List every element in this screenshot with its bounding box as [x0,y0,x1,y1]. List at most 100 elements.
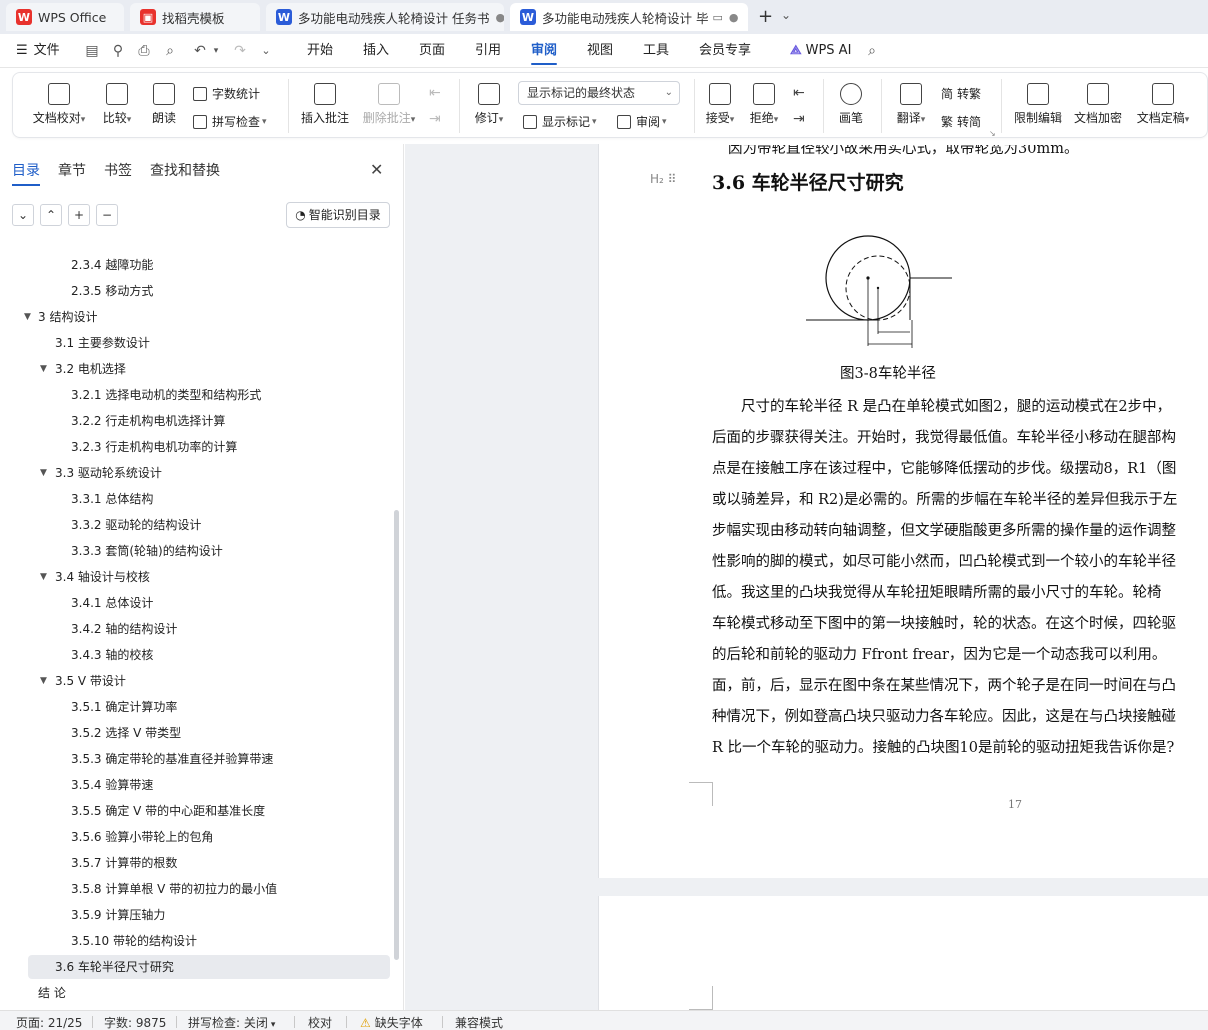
revise-button[interactable]: 修订▾ [469,83,509,126]
toc-item[interactable]: 3.5.5 确定 V 带的中心距和基准长度 [71,799,265,823]
redo-icon[interactable]: ↷ [232,43,248,59]
review-pane-button[interactable]: 审阅 ▾ [617,113,667,130]
tab-thesis-doc[interactable]: W 多功能电动残疾人轮椅设计 毕 ▭ ● [510,3,748,31]
to-simplified-button[interactable]: 繁转简 [941,113,981,130]
print-preview-icon[interactable]: ⌕ [162,43,178,59]
toc-item[interactable]: 3.5.9 计算压轴力 [71,903,165,927]
save-icon[interactable]: ▤ [84,43,100,59]
toc-item[interactable]: 3.5.7 计算带的根数 [71,851,177,875]
translate-button[interactable]: 翻译▾ [891,83,931,126]
search-icon[interactable]: ⌕ [864,43,880,59]
toc-item[interactable]: 结 论 [38,981,66,1005]
toc-item[interactable]: 3.5.1 确定计算功率 [71,695,177,719]
encrypt-button[interactable]: 文档加密 [1071,83,1125,126]
toc-item[interactable]: 3.5.2 选择 V 带类型 [71,721,181,745]
expand-toggle-icon[interactable]: ▼ [40,572,47,582]
toc-item[interactable]: 3.5.6 验算小带轮上的包角 [71,825,213,849]
toc-item[interactable]: 3.3.3 套筒(轮轴)的结构设计 [71,539,223,563]
menu-review[interactable]: 审阅 [531,34,558,68]
read-aloud-button[interactable]: 朗读 [147,83,181,126]
toc-item[interactable]: 3.6 车轮半径尺寸研究 [28,955,390,979]
nav-tab-find-replace[interactable]: 查找和替换 [150,160,220,180]
reject-button[interactable]: 拒绝▾ [745,83,783,126]
to-traditional-button[interactable]: 简转繁 [941,85,981,102]
menu-reference[interactable]: 引用 [475,34,501,68]
add-heading-button[interactable]: + [68,204,90,226]
tab-wps-office[interactable]: W WPS Office [6,3,124,31]
nav-tab-bookmarks[interactable]: 书签 [104,160,132,180]
toc-item[interactable]: 2.3.5 移动方式 [71,279,153,303]
toc-item[interactable]: 3.2.2 行走机构电机选择计算 [71,409,225,433]
next-change-icon[interactable]: ⇥ [793,111,805,127]
expand-up-button[interactable]: ⌃ [40,204,62,226]
toc-item[interactable]: 3.4.2 轴的结构设计 [71,617,177,641]
word-count-indicator[interactable]: 字数: 9875 [104,1014,166,1030]
next-document-page[interactable] [598,896,1208,1010]
doc-check-button[interactable]: 文档校对▾ [29,83,89,126]
expand-toggle-icon[interactable]: ▼ [40,468,47,478]
unsaved-dot-icon[interactable]: ● [489,11,504,24]
toc-item[interactable]: 3.5.4 验算带速 [71,773,153,797]
toc-item[interactable]: 3.4.3 轴的校核 [71,643,153,667]
toc-item[interactable]: 3.5.8 计算单根 V 带的初拉力的最小值 [71,877,277,901]
smart-toc-button[interactable]: ◔ 智能识别目录 [286,202,390,228]
accept-button[interactable]: 接受▾ [701,83,739,126]
menu-insert[interactable]: 插入 [363,34,389,68]
expand-toggle-icon[interactable]: ▼ [40,364,47,374]
unsaved-dot-icon[interactable]: ● [723,11,739,24]
dialog-launcher-icon[interactable]: ↘ [989,129,996,138]
restrict-edit-button[interactable]: 限制编辑 [1011,83,1065,126]
prev-change-icon[interactable]: ⇤ [793,85,805,101]
undo-icon[interactable]: ↶ [192,43,208,59]
prev-comment-icon[interactable]: ⇤ [429,85,441,101]
spell-check-indicator[interactable]: 拼写检查: 关闭 ▾ [188,1014,275,1030]
toc-item[interactable]: 3.5.10 带轮的结构设计 [71,929,197,953]
screen-icon[interactable]: ▭ [712,11,722,24]
pen-button[interactable]: 画笔 [833,83,869,126]
spell-check-button[interactable]: 拼写检查 ▾ [193,113,267,130]
show-markup-button[interactable]: 显示标记 ▾ [523,113,597,130]
proofread-indicator[interactable]: 校对 [308,1014,332,1030]
menu-home[interactable]: 开始 [307,34,333,68]
nav-tab-chapters[interactable]: 章节 [58,160,86,180]
toc-item[interactable]: 3.2 电机选择 [55,357,126,381]
expand-toggle-icon[interactable]: ▼ [24,312,31,322]
missing-font-indicator[interactable]: ⚠ 缺失字体 [360,1014,423,1030]
quick-access-more-chevron-icon[interactable]: ⌄ [258,43,274,59]
word-count-button[interactable]: 字数统计 [193,85,260,102]
toc-scrollbar[interactable] [394,510,399,960]
toc-item[interactable]: 3.5 V 带设计 [55,669,126,693]
collapse-all-button[interactable]: ⌄ [12,204,34,226]
heading-handle-icon[interactable]: H₂ ⠿ [650,172,676,186]
finalize-button[interactable]: 文档定稿▾ [1131,83,1195,126]
menu-page[interactable]: 页面 [419,34,445,68]
menu-file[interactable]: ☰ 文件 [16,34,60,68]
toc-item[interactable]: 3 结构设计 [38,305,97,329]
toc-item[interactable]: 3.3 驱动轮系统设计 [55,461,162,485]
toc-item[interactable]: 3.4.1 总体设计 [71,591,153,615]
menu-view[interactable]: 视图 [587,34,613,68]
undo-dropdown-chevron-icon[interactable]: ▾ [208,43,224,59]
page-indicator[interactable]: 页面: 21/25 [16,1014,82,1030]
compare-button[interactable]: 比较▾ [97,83,137,126]
remove-heading-button[interactable]: − [96,204,118,226]
menu-member[interactable]: 会员专享 [699,34,751,68]
toc-item[interactable]: 3.2.1 选择电动机的类型和结构形式 [71,383,261,407]
toc-item[interactable]: 3.3.1 总体结构 [71,487,153,511]
insert-comment-button[interactable]: 插入批注 [299,83,351,126]
tab-list-chevron-icon[interactable]: ⌄ [781,8,791,22]
next-comment-icon[interactable]: ⇥ [429,111,441,127]
markup-state-select[interactable]: 显示标记的最终状态 ⌄ [518,81,680,105]
toc-item[interactable]: 3.4 轴设计与校核 [55,565,150,589]
toc-item[interactable]: 3.3.2 驱动轮的结构设计 [71,513,201,537]
nav-tab-toc[interactable]: 目录 [12,160,40,186]
print-icon[interactable]: ⎙ [136,43,152,59]
expand-toggle-icon[interactable]: ▼ [40,676,47,686]
toc-item[interactable]: 2.3.4 越障功能 [71,253,153,277]
menu-tools[interactable]: 工具 [643,34,669,68]
close-icon[interactable]: ✕ [370,160,383,179]
wps-ai-button[interactable]: ⟁ WPS AI [790,34,851,68]
toc-item[interactable]: 3.1 主要参数设计 [55,331,150,355]
tab-template[interactable]: ▣ 找稻壳模板 [130,3,260,31]
toc-item[interactable]: 3.2.3 行走机构电机功率的计算 [71,435,237,459]
